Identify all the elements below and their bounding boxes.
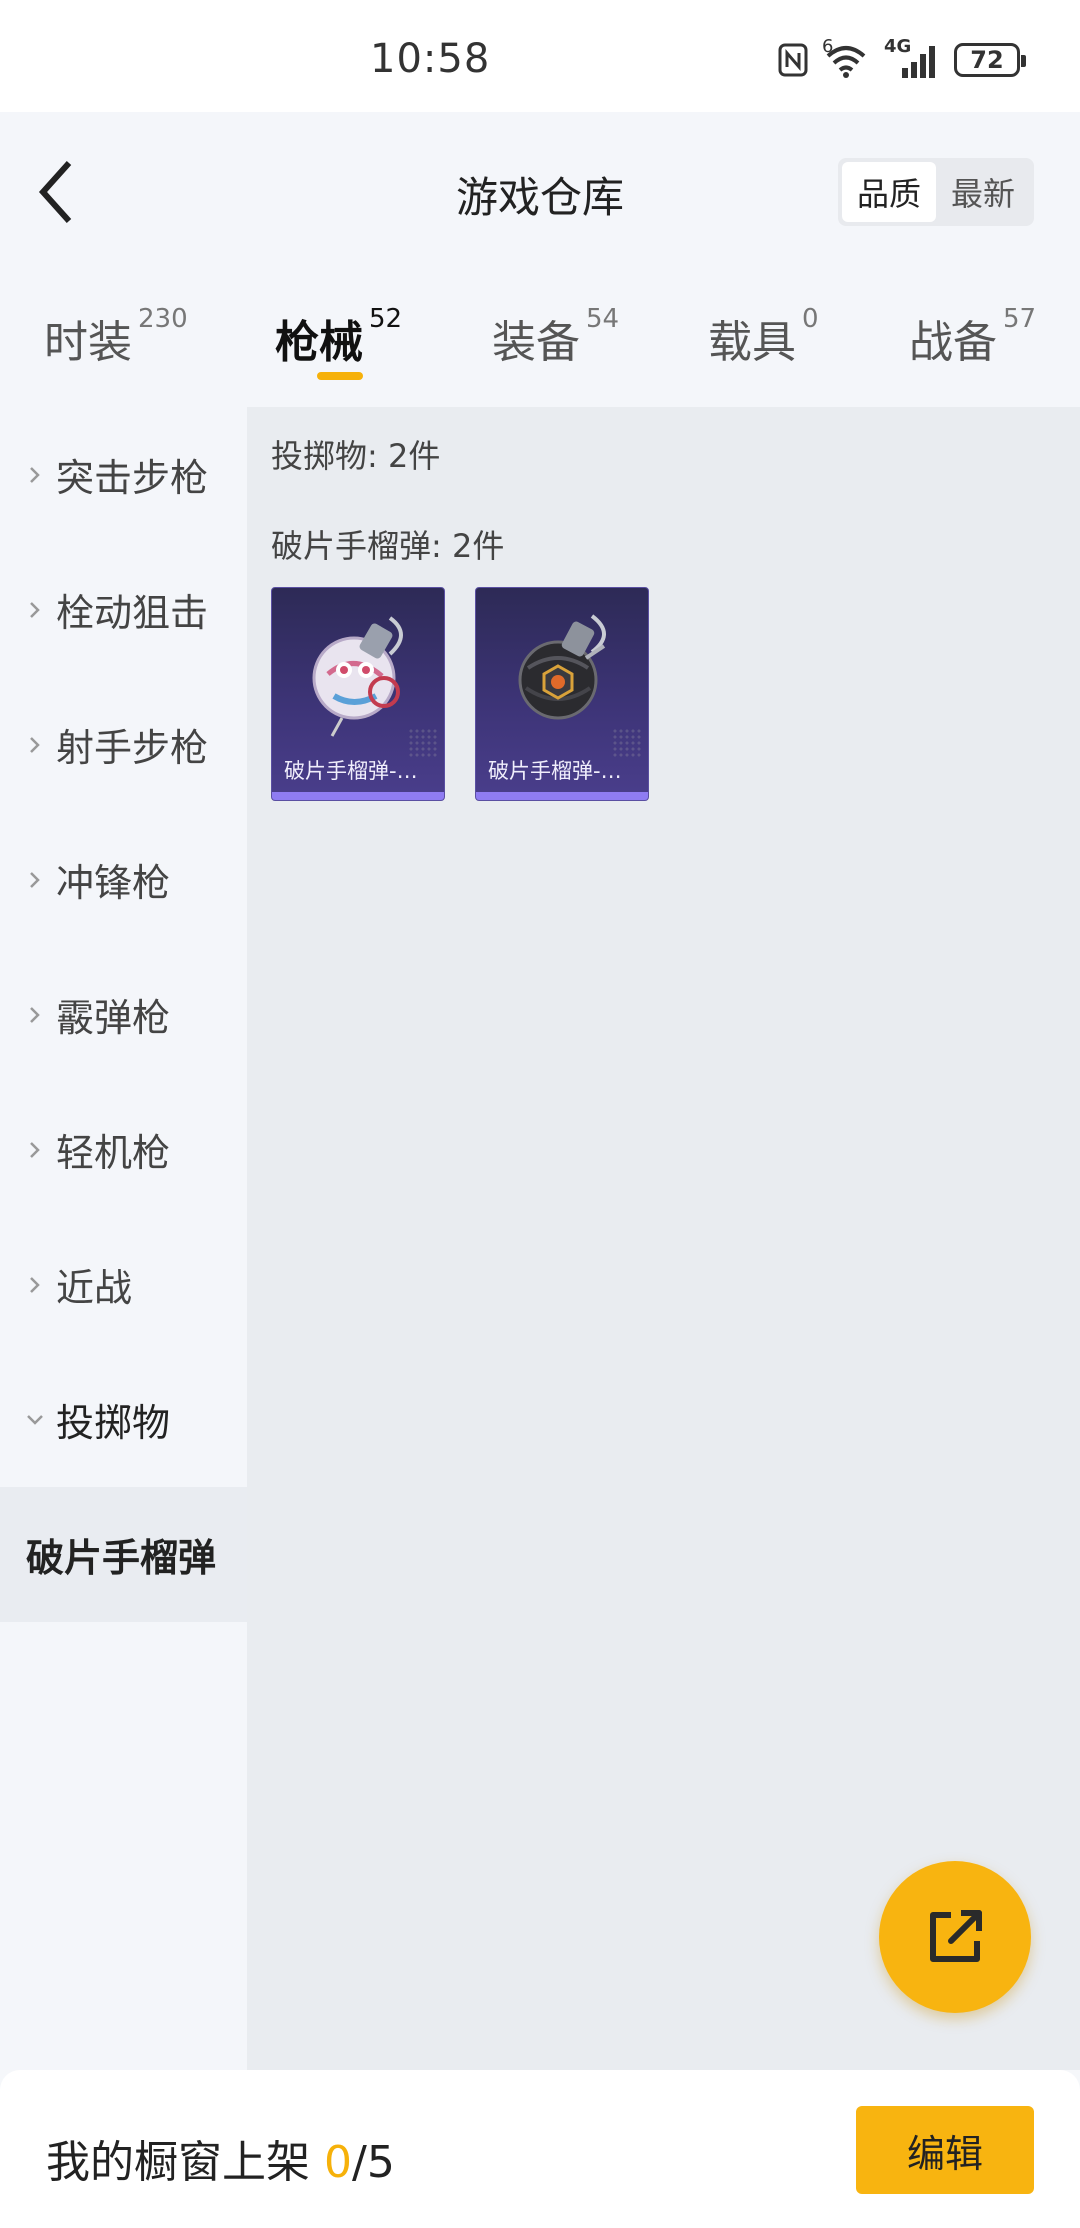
share-external-icon (930, 1910, 982, 1962)
chevron-right-icon (30, 736, 40, 753)
tab-supplies[interactable]: 战备 57 (909, 304, 1037, 370)
status-time: 10:58 (370, 36, 491, 82)
tab-label: 枪械 (275, 317, 363, 368)
chevron-right-icon (30, 871, 40, 888)
sort-option-newest[interactable]: 最新 (936, 162, 1030, 222)
showcase-total-count: 5 (366, 2137, 395, 2188)
item-name: 破片手榴弹-… (488, 759, 622, 783)
grenade-black-icon (518, 614, 606, 720)
sidebar-subitem-frag-grenade[interactable]: 破片手榴弹 (0, 1487, 247, 1622)
sidebar-item-label: 投掷物 (56, 1401, 171, 1445)
chevron-right-icon (30, 1141, 40, 1158)
weapon-category-sidebar: 突击步枪 栓动狙击 射手步枪 冲锋枪 霰弹枪 轻机枪 近战 投掷物 破片手榴弹 (0, 407, 247, 2070)
tab-count: 230 (138, 304, 188, 334)
sidebar-item-marksman-rifle[interactable]: 射手步枪 (0, 677, 247, 812)
tab-equipment[interactable]: 装备 54 (492, 304, 620, 370)
share-button[interactable] (879, 1861, 1031, 2013)
rarity-bar (476, 792, 648, 800)
sidebar-item-label: 突击步枪 (56, 456, 209, 500)
active-tab-indicator (317, 372, 363, 380)
item-card[interactable]: 破片手榴弹-… (475, 587, 649, 801)
sidebar-item-label: 轻机枪 (56, 1131, 171, 1175)
grenade-pink-icon (312, 616, 403, 737)
item-name: 破片手榴弹-… (284, 759, 418, 783)
tab-count: 57 (1003, 304, 1037, 334)
tab-count: 0 (802, 304, 819, 334)
sidebar-item-assault-rifle[interactable]: 突击步枪 (0, 407, 247, 542)
showcase-current-count: 0 (324, 2137, 352, 2188)
chevron-right-icon (30, 601, 40, 618)
sidebar-item-throwables[interactable]: 投掷物 (0, 1352, 247, 1487)
sidebar-item-label: 近战 (56, 1266, 133, 1310)
sidebar-item-bolt-sniper[interactable]: 栓动狙击 (0, 542, 247, 677)
sidebar-subitem-label: 破片手榴弹 (26, 1536, 217, 1580)
sidebar-item-label: 射手步枪 (56, 726, 209, 770)
header: 游戏仓库 品质 最新 (0, 112, 1080, 272)
battery-icon: 72 (954, 43, 1026, 77)
status-bar: 10:58 6 4G 72 (0, 0, 1080, 112)
sidebar-item-lmg[interactable]: 轻机枪 (0, 1082, 247, 1217)
wifi-icon: 6 (822, 36, 870, 80)
sidebar-item-label: 冲锋枪 (56, 861, 171, 905)
category-tabs: 时装 230 枪械 52 装备 54 载具 0 战备 57 (0, 272, 1080, 407)
sidebar-item-smg[interactable]: 冲锋枪 (0, 812, 247, 947)
cellular-signal-icon: 4G (884, 36, 940, 80)
item-content-panel: 投掷物: 2件 破片手榴弹: 2件 破片手榴弹-… 破片手榴弹-… (247, 407, 1080, 2070)
sort-option-quality[interactable]: 品质 (842, 162, 936, 222)
chevron-right-icon (30, 1006, 40, 1023)
sort-toggle: 品质 最新 (838, 158, 1034, 226)
sidebar-item-shotgun[interactable]: 霰弹枪 (0, 947, 247, 1082)
item-card[interactable]: 破片手榴弹-… (271, 587, 445, 801)
showcase-label: 我的橱窗上架 (46, 2137, 310, 2188)
tab-label: 战备 (909, 317, 997, 368)
chevron-right-icon (30, 1276, 40, 1293)
tab-label: 时装 (44, 317, 132, 368)
chevron-down-icon (27, 1414, 43, 1425)
chevron-right-icon (30, 466, 40, 483)
category-summary: 投掷物: 2件 (271, 437, 441, 475)
tab-label: 装备 (492, 317, 580, 368)
tab-firearms[interactable]: 枪械 52 (275, 304, 403, 370)
sidebar-item-label: 霰弹枪 (56, 996, 171, 1040)
tab-count: 54 (586, 304, 620, 334)
sidebar-item-melee[interactable]: 近战 (0, 1217, 247, 1352)
sidebar-item-label: 栓动狙击 (56, 591, 209, 635)
showcase-status: 我的橱窗上架 0/5 (46, 2126, 395, 2190)
edit-button[interactable]: 编辑 (856, 2106, 1034, 2194)
status-icons: 6 4G 72 (778, 36, 1026, 82)
tab-vehicles[interactable]: 载具 0 (708, 304, 819, 370)
nfc-icon (778, 43, 808, 77)
showcase-separator: / (352, 2137, 367, 2188)
tab-label: 载具 (708, 317, 796, 368)
rarity-bar (272, 792, 444, 800)
tab-fashion[interactable]: 时装 230 (44, 304, 188, 370)
tab-count: 52 (369, 304, 403, 334)
showcase-bar: 我的橱窗上架 0/5 编辑 (0, 2070, 1080, 2228)
group-title: 破片手榴弹: 2件 (271, 527, 505, 565)
